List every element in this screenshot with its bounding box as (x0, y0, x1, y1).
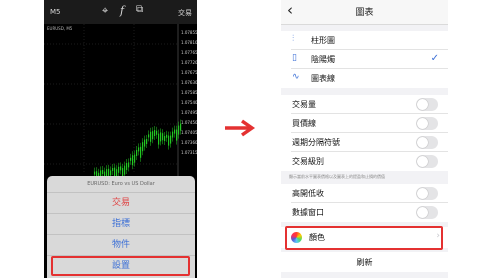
timeframe-button[interactable]: M5 (50, 8, 61, 16)
page-title: 圖表 (355, 8, 374, 18)
candle-body (138, 147, 140, 152)
candle-body (152, 131, 154, 140)
checkmark-icon: ✓ (430, 53, 439, 64)
sheet-item-objects[interactable]: 物件 (47, 235, 195, 256)
row-label: 數據窗口 (292, 208, 324, 217)
price-tick-label: 1.07765 (181, 50, 197, 55)
price-tick-label: 1.07495 (181, 110, 197, 115)
row-label: 買價線 (292, 119, 316, 128)
price-tick-label: 1.07855 (181, 30, 197, 35)
chart-toolbar: M5 ⌖ f ⧉ 交易 (44, 0, 197, 24)
candle-body (124, 165, 126, 175)
action-sheet-title: EURUSD: Euro vs US Dollar (47, 176, 195, 193)
candle-body (170, 135, 172, 144)
indicator-icon[interactable]: f (120, 4, 124, 17)
candle-body (130, 157, 132, 161)
price-tick-label: 1.07630 (181, 80, 197, 85)
row-volume: 交易量 (281, 95, 448, 114)
refresh-button[interactable]: 刷新 (281, 257, 448, 268)
trade-levels-toggle[interactable] (416, 155, 438, 168)
chart-type-line[interactable]: ∿ 圖表線 (281, 69, 448, 88)
sheet-item-indicators[interactable]: 指標 (47, 214, 195, 235)
row-ask-line: 買價線 (281, 114, 448, 133)
refresh-row[interactable]: 刷新 (281, 252, 448, 272)
chart-type-candlestick[interactable]: ▯ 陰陽燭 ✓ (281, 50, 448, 69)
candle-body (126, 163, 128, 170)
extra-options-group: 高開低收 數據窗口 (281, 184, 448, 222)
price-tick-label: 1.07720 (181, 60, 197, 65)
candle-body (134, 154, 136, 163)
candle-body (158, 133, 160, 145)
candle-body (118, 166, 120, 173)
chart-type-label: 陰陽燭 (311, 55, 335, 64)
candle-body (162, 133, 164, 141)
price-tick-label: 1.07585 (181, 90, 197, 95)
arrow-right-icon (225, 119, 256, 137)
candle-body (120, 166, 122, 171)
trade-levels-description: 顯示當前水平圖表價格以及圖表上的提盈和止損的價值 (289, 174, 385, 179)
candle-body (156, 130, 158, 135)
objects-icon[interactable]: ⧉ (136, 4, 143, 15)
candle-body (172, 131, 174, 138)
line-chart-icon: ∿ (292, 72, 300, 82)
row-data-window: 數據窗口 (281, 203, 448, 222)
candle-body (146, 139, 148, 144)
settings-highlight-box (51, 256, 190, 276)
candle-body (178, 125, 180, 135)
candle-body (164, 136, 166, 141)
candle-body (112, 168, 114, 171)
bar-chart-icon: ⫶ (292, 34, 295, 44)
price-tick-label: 1.07360 (181, 140, 197, 145)
candle-body (128, 162, 130, 168)
ohlc-toggle[interactable] (416, 187, 438, 200)
candle-body (110, 170, 112, 176)
price-tick-label: 1.07405 (181, 130, 197, 135)
price-tick-label: 1.07675 (181, 70, 197, 75)
row-trade-levels: 交易級別 (281, 152, 448, 171)
chart-type-label: 柱形圖 (311, 36, 335, 45)
crosshair-icon[interactable]: ⌖ (102, 4, 108, 18)
candle-body (108, 168, 110, 176)
candle-body (144, 139, 146, 147)
row-label: 交易級別 (292, 157, 324, 166)
candle-body (136, 150, 138, 156)
period-separators-toggle[interactable] (416, 136, 438, 149)
nav-bar: ‹ 圖表 (281, 0, 448, 25)
price-tick-label: 1.07810 (181, 40, 197, 45)
chart-type-group: ⫶ 柱形圖 ▯ 陰陽燭 ✓ ∿ 圖表線 (281, 31, 448, 88)
candle-body (174, 129, 176, 134)
candle-body (160, 132, 162, 142)
symbol-caption: EURUSD, M5 (47, 26, 73, 31)
sheet-item-trade[interactable]: 交易 (47, 193, 195, 214)
candle-body (142, 142, 144, 152)
candle-body (148, 134, 150, 138)
colors-highlight-box (285, 226, 443, 250)
candle-body (176, 129, 178, 141)
ask-line-toggle[interactable] (416, 117, 438, 130)
candle-body (168, 135, 170, 146)
candle-body (102, 170, 104, 174)
candle-body (94, 171, 96, 175)
candle-body (166, 134, 168, 138)
data-window-toggle[interactable] (416, 206, 438, 219)
candle-body (132, 155, 134, 166)
candle-body (154, 130, 156, 136)
chart-type-label: 圖表線 (311, 74, 335, 83)
trade-button[interactable]: 交易 (178, 8, 192, 18)
row-label: 週期分隔符號 (292, 138, 340, 147)
row-ohlc: 高開低收 (281, 184, 448, 203)
price-tick-label: 1.07315 (181, 150, 197, 155)
candle-body (140, 146, 142, 158)
price-tick-label: 1.07540 (181, 100, 197, 105)
candle-body (150, 131, 152, 142)
price-tick-label: 1.07450 (181, 120, 197, 125)
display-options-group: 交易量 買價線 週期分隔符號 交易級別 (281, 95, 448, 171)
candlestick-icon: ▯ (292, 53, 297, 63)
row-period-separators: 週期分隔符號 (281, 133, 448, 152)
chart-type-bar[interactable]: ⫶ 柱形圖 (281, 31, 448, 50)
row-label: 高開低收 (292, 189, 324, 198)
volume-toggle[interactable] (416, 98, 438, 111)
row-label: 交易量 (292, 100, 316, 109)
